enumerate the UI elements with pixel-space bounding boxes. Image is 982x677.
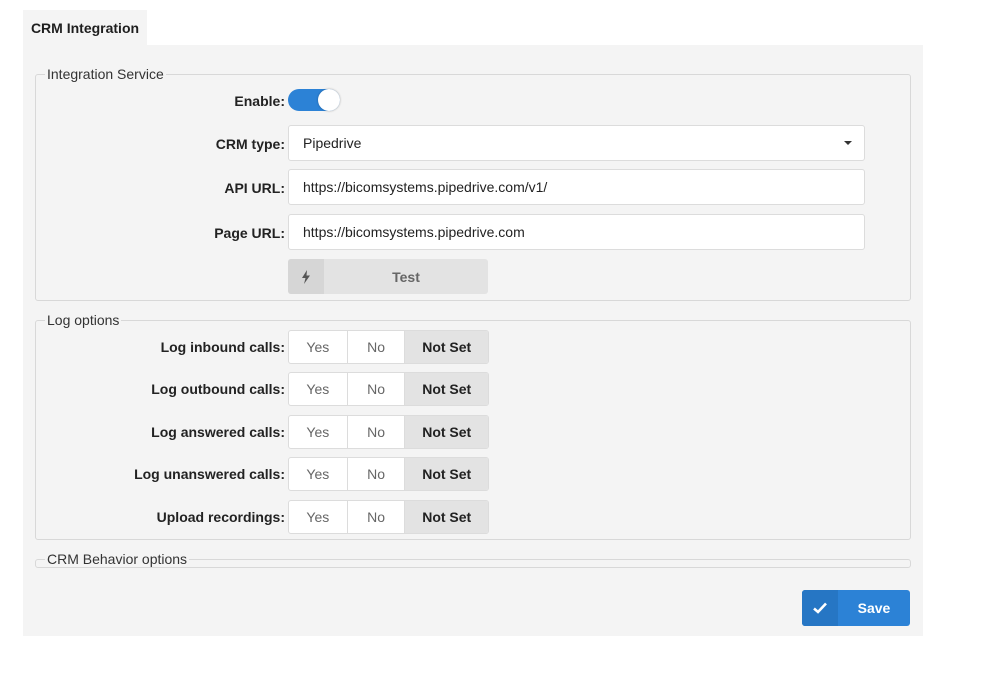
segment-no[interactable]: No	[348, 501, 406, 533]
segment-yes[interactable]: Yes	[289, 331, 348, 363]
log-option-label: Log unanswered calls:	[134, 466, 285, 482]
segment-not-set[interactable]: Not Set	[405, 416, 488, 448]
segment-no[interactable]: No	[348, 458, 406, 490]
toggle-knob	[318, 89, 340, 111]
crm-integration-panel: Integration Service Enable: CRM type: Pi…	[23, 45, 923, 636]
segment-yes[interactable]: Yes	[289, 373, 348, 405]
segment-yes[interactable]: Yes	[289, 501, 348, 533]
lightning-icon	[288, 259, 324, 294]
segment-not-set[interactable]: Not Set	[405, 458, 488, 490]
log-option-segmented-control: Yes No Not Set	[288, 415, 489, 449]
page-url-label: Page URL:	[214, 225, 285, 241]
segment-yes[interactable]: Yes	[289, 458, 348, 490]
save-button-label: Save	[857, 600, 891, 616]
segment-no[interactable]: No	[348, 416, 406, 448]
segment-yes[interactable]: Yes	[289, 416, 348, 448]
api-url-field[interactable]: https://bicomsystems.pipedrive.com/v1/	[288, 169, 865, 205]
log-option-label: Upload recordings:	[156, 509, 285, 525]
log-options-legend: Log options	[47, 312, 120, 328]
checkmark-icon	[802, 590, 838, 626]
test-button[interactable]: Test	[288, 259, 488, 294]
log-option-label: Log inbound calls:	[160, 339, 285, 355]
log-option-segmented-control: Yes No Not Set	[288, 330, 489, 364]
segment-no[interactable]: No	[348, 331, 406, 363]
crm-type-select[interactable]: Pipedrive	[288, 125, 865, 161]
api-url-value: https://bicomsystems.pipedrive.com/v1/	[303, 179, 548, 195]
log-option-segmented-control: Yes No Not Set	[288, 500, 489, 534]
test-button-label: Test	[392, 268, 420, 285]
crm-type-value: Pipedrive	[303, 135, 362, 151]
integration-service-legend: Integration Service	[47, 66, 164, 82]
segment-not-set[interactable]: Not Set	[405, 331, 488, 363]
log-option-label: Log answered calls:	[151, 424, 285, 440]
crm-type-label: CRM type:	[215, 136, 285, 152]
api-url-label: API URL:	[224, 180, 285, 196]
chevron-down-icon	[844, 141, 852, 145]
enable-toggle[interactable]	[288, 89, 340, 111]
enable-label: Enable:	[234, 93, 285, 109]
segment-no[interactable]: No	[348, 373, 406, 405]
save-button[interactable]: Save	[802, 590, 910, 626]
log-option-segmented-control: Yes No Not Set	[288, 457, 489, 491]
log-option-segmented-control: Yes No Not Set	[288, 372, 489, 406]
page-url-field[interactable]: https://bicomsystems.pipedrive.com	[288, 214, 865, 250]
crm-behavior-fieldset[interactable]: CRM Behavior options	[35, 551, 911, 568]
segment-not-set[interactable]: Not Set	[405, 501, 488, 533]
page-url-value: https://bicomsystems.pipedrive.com	[303, 224, 525, 240]
crm-behavior-legend[interactable]: CRM Behavior options	[45, 551, 189, 567]
log-option-label: Log outbound calls:	[151, 381, 285, 397]
segment-not-set[interactable]: Not Set	[405, 373, 488, 405]
tab-crm-integration[interactable]: CRM Integration	[23, 10, 147, 45]
